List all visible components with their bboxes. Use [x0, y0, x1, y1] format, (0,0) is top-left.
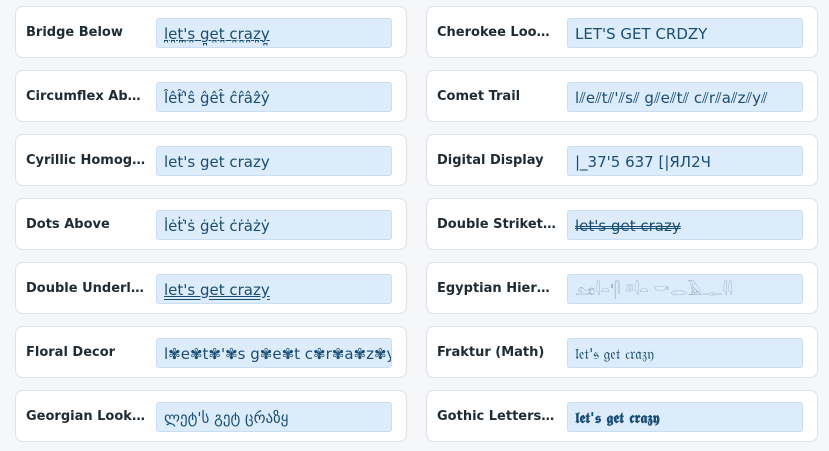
style-name: Cherokee Looka...	[437, 25, 557, 40]
style-preview[interactable]: l✾e✾t✾'✾s g✾e✾t c✾r✾a✾z✾y	[156, 338, 392, 368]
style-preview[interactable]: let's get crazy	[156, 274, 392, 304]
style-card-comet-trail[interactable]: Comet Trail l⫽e⫽t⫽'⫽s⫽ g⫽e⫽t⫽ c⫽r⫽a⫽z⫽y⫽	[426, 70, 818, 122]
style-preview[interactable]: let's get crazy	[567, 210, 803, 240]
style-card-bridge-below[interactable]: Bridge Below l̪e̪t̪'̪s̪ g̪e̪t̪ c̪r̪a̪z̪y…	[15, 6, 407, 58]
style-card-cherokee-lookalike[interactable]: Cherokee Looka... LET'S GET CRDZY	[426, 6, 818, 58]
style-name: Double Strikethr...	[437, 217, 557, 232]
style-card-double-underline[interactable]: Double Underline let's get crazy	[15, 262, 407, 314]
style-card-georgian-lookalike[interactable]: Georgian Lookal... ლეტ'ს გეტ ცრაზყ	[15, 390, 407, 442]
style-preview[interactable]: LET'S GET CRDZY	[567, 18, 803, 48]
style-card-gothic-letters[interactable]: Gothic Letters (... 𝖑𝖊𝖙'𝖘 𝖌𝖊𝖙 𝖈𝖗𝖆𝖟𝖞	[426, 390, 818, 442]
style-preview[interactable]: let's get crazy	[156, 146, 392, 176]
style-preview[interactable]: |_37'5 637 [|ЯЛ2Ч	[567, 146, 803, 176]
style-card-circumflex-above[interactable]: Circumflex Above l̂êt̂'̂ŝ ĝêt̂ ĉr̂âẑŷ	[15, 70, 407, 122]
font-style-grid: Bridge Below l̪e̪t̪'̪s̪ g̪e̪t̪ c̪r̪a̪z̪y…	[0, 0, 829, 451]
style-preview[interactable]: l̂êt̂'̂ŝ ĝêt̂ ĉr̂âẑŷ	[156, 82, 392, 112]
style-name: Fraktur (Math)	[437, 345, 545, 360]
style-name: Egyptian Hierog...	[437, 281, 557, 296]
style-preview[interactable]: l⫽e⫽t⫽'⫽s⫽ g⫽e⫽t⫽ c⫽r⫽a⫽z⫽y⫽	[567, 82, 803, 112]
style-card-cyrillic-homoglyph[interactable]: Cyrillic Homogly... let's get crazy	[15, 134, 407, 186]
style-name: Comet Trail	[437, 89, 521, 104]
style-card-double-strikethrough[interactable]: Double Strikethr... let's get crazy	[426, 198, 818, 250]
style-preview[interactable]: ლეტ'ს გეტ ცრაზყ	[156, 402, 392, 432]
style-preview[interactable]: 𓃭𓇋𓏏'𓋴 𓎼𓇋𓏏 𓎡𓂋𓄿𓊃𓇌	[567, 274, 803, 304]
style-card-dots-above[interactable]: Dots Above l̇ėṫ'̇ṡ ġėṫ ċṙȧżẏ	[15, 198, 407, 250]
style-name: Digital Display	[437, 153, 544, 168]
style-name: Gothic Letters (...	[437, 409, 557, 424]
style-name: Circumflex Above	[26, 89, 146, 104]
style-card-digital-display[interactable]: Digital Display |_37'5 637 [|ЯЛ2Ч	[426, 134, 818, 186]
style-card-fraktur-math[interactable]: Fraktur (Math) 𝔩𝔢𝔱'𝔰 𝔤𝔢𝔱 𝔠𝔯𝔞𝔷𝔶	[426, 326, 818, 378]
style-name: Georgian Lookal...	[26, 409, 146, 424]
style-name: Floral Decor	[26, 345, 116, 360]
style-preview[interactable]: 𝖑𝖊𝖙'𝖘 𝖌𝖊𝖙 𝖈𝖗𝖆𝖟𝖞	[567, 402, 803, 432]
style-name: Cyrillic Homogly...	[26, 153, 146, 168]
style-preview[interactable]: l̇ėṫ'̇ṡ ġėṫ ċṙȧżẏ	[156, 210, 392, 240]
style-name: Bridge Below	[26, 25, 123, 40]
style-card-floral-decor[interactable]: Floral Decor l✾e✾t✾'✾s g✾e✾t c✾r✾a✾z✾y	[15, 326, 407, 378]
style-preview[interactable]: l̪e̪t̪'̪s̪ g̪e̪t̪ c̪r̪a̪z̪y̪	[156, 18, 392, 48]
style-name: Double Underline	[26, 281, 146, 296]
style-card-egyptian-hieroglyphs[interactable]: Egyptian Hierog... 𓃭𓇋𓏏'𓋴 𓎼𓇋𓏏 𓎡𓂋𓄿𓊃𓇌	[426, 262, 818, 314]
style-preview[interactable]: 𝔩𝔢𝔱'𝔰 𝔤𝔢𝔱 𝔠𝔯𝔞𝔷𝔶	[567, 338, 803, 368]
style-name: Dots Above	[26, 217, 110, 232]
